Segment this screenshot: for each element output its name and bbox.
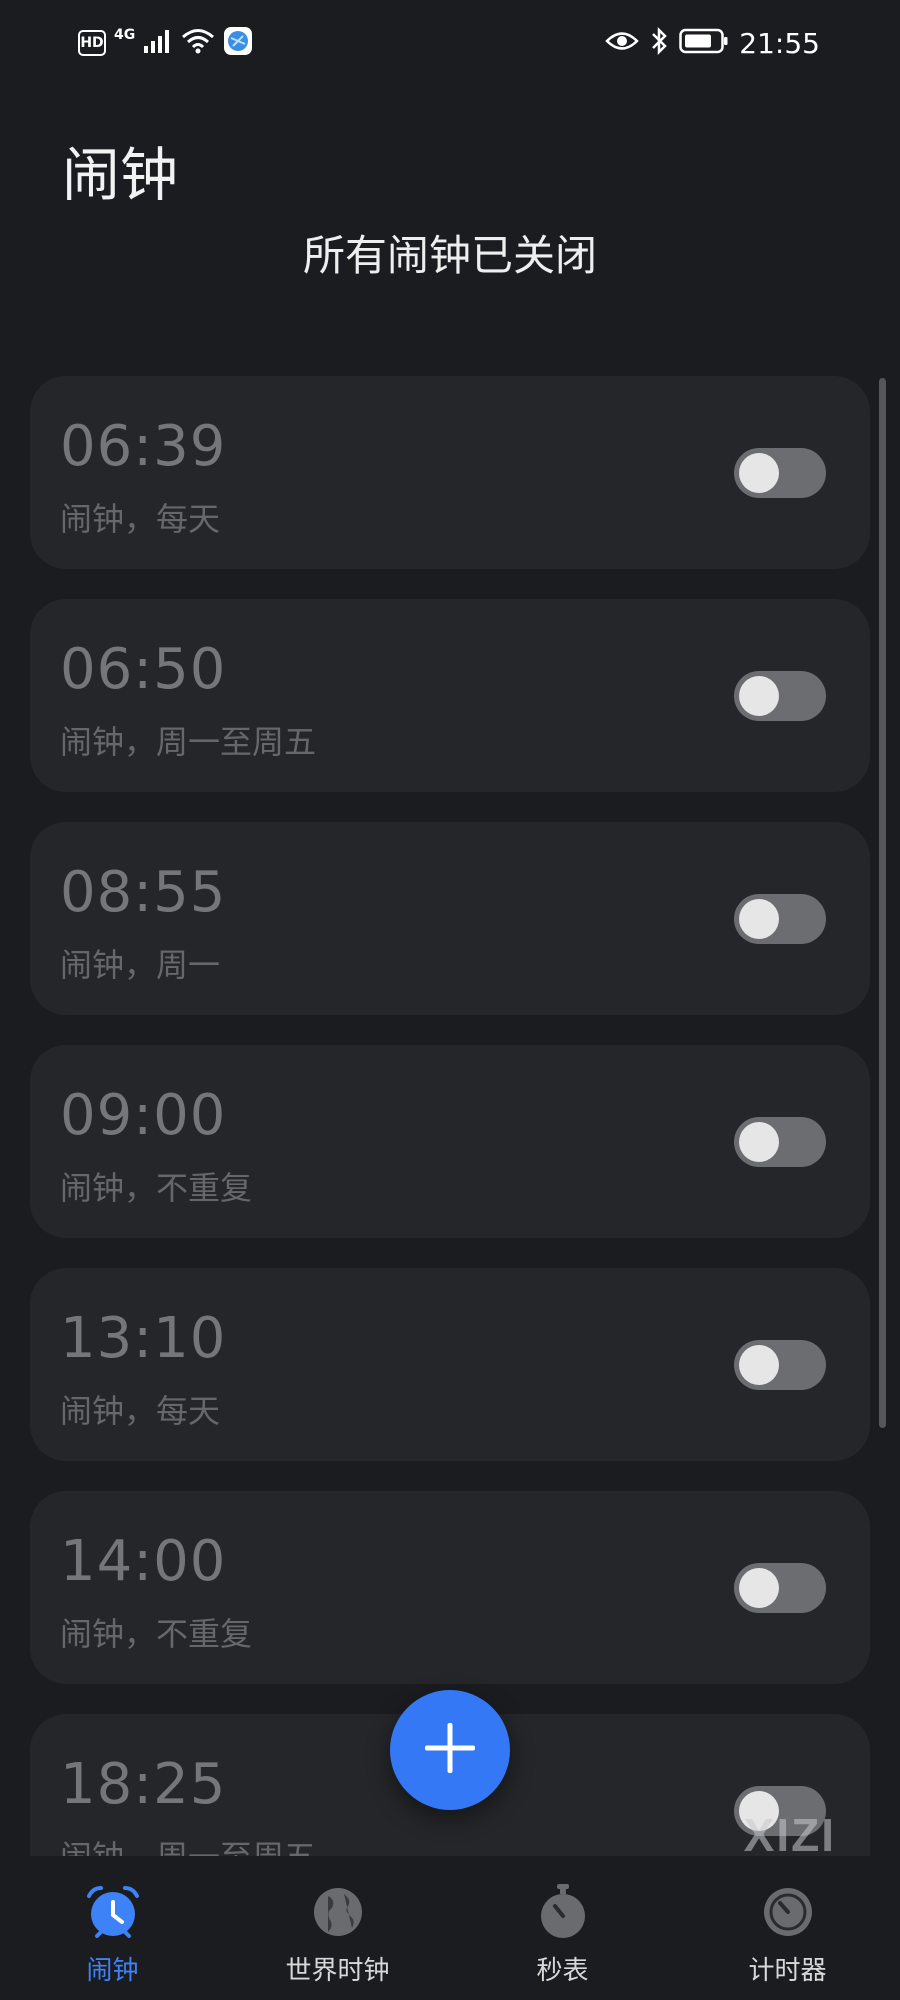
signal-icon	[143, 28, 173, 58]
hd-badge: HD	[78, 30, 106, 56]
alarm-toggle[interactable]	[734, 671, 826, 721]
watermark-logo: XIZI	[743, 1809, 836, 1861]
toggle-knob	[739, 676, 779, 716]
alarm-description: 闹钟，周一至周五	[60, 723, 317, 761]
status-right: 21:55	[605, 26, 820, 60]
alarm-toggle[interactable]	[734, 1563, 826, 1613]
status-bar: HD 4G 21:55	[0, 0, 900, 90]
toggle-knob	[739, 1122, 779, 1162]
tab-world-clock[interactable]: 世界时钟	[225, 1858, 450, 2000]
app-notification-icon	[223, 26, 253, 60]
toggle-knob	[739, 1568, 779, 1608]
alarm-time: 06:39	[60, 414, 227, 479]
stopwatch-icon	[533, 1882, 593, 1942]
alarm-time: 14:00	[60, 1529, 227, 1594]
alarm-toggle[interactable]	[734, 1340, 826, 1390]
alarm-description: 闹钟，每天	[60, 1392, 221, 1430]
alarm-time: 09:00	[60, 1083, 227, 1148]
globe-icon	[308, 1882, 368, 1942]
alarm-clock-icon	[83, 1882, 143, 1942]
tab-timer[interactable]: 计时器	[675, 1858, 900, 2000]
status-time: 21:55	[739, 26, 820, 60]
alarm-time: 13:10	[60, 1306, 227, 1371]
alarm-toggle[interactable]	[734, 894, 826, 944]
tab-alarm[interactable]: 闹钟	[0, 1858, 225, 2000]
toggle-knob	[739, 899, 779, 939]
alarm-description: 闹钟，不重复	[60, 1169, 253, 1207]
alarm-time: 08:55	[60, 860, 227, 925]
tab-label: 闹钟	[86, 1956, 139, 1986]
alarm-description: 闹钟，每天	[60, 500, 221, 538]
tab-label: 秒表	[536, 1956, 589, 1986]
plus-icon	[423, 1721, 477, 1779]
wifi-icon	[181, 27, 215, 59]
add-alarm-button[interactable]	[390, 1690, 510, 1810]
alarm-toggle[interactable]	[734, 1117, 826, 1167]
alarm-time: 18:25	[60, 1752, 227, 1817]
alarm-card[interactable]: 09:00 闹钟，不重复	[30, 1045, 870, 1238]
network-type: 4G	[114, 27, 136, 43]
toggle-knob	[739, 1345, 779, 1385]
alarm-list[interactable]: 06:39 闹钟，每天 06:50 闹钟，周一至周五 08:55 闹钟，周一 0…	[30, 376, 870, 1856]
alarm-time: 06:50	[60, 637, 227, 702]
scrollbar[interactable]	[879, 378, 886, 1428]
battery-icon	[679, 28, 729, 58]
status-left: HD 4G	[78, 26, 253, 60]
alarm-card[interactable]: 08:55 闹钟，周一	[30, 822, 870, 1015]
alarm-card[interactable]: 06:50 闹钟，周一至周五	[30, 599, 870, 792]
alarm-card[interactable]: 14:00 闹钟，不重复	[30, 1491, 870, 1684]
alarm-description: 闹钟，周一至周五	[60, 1832, 316, 1856]
eye-comfort-icon	[605, 30, 640, 56]
clock-app-screen: HD 4G 21:55 闹钟 所有闹钟已关闭 06:39 闹钟，每天 06:50…	[0, 0, 900, 2000]
bottom-nav: 闹钟 世界时钟 秒表 计时器	[0, 1858, 900, 2000]
tab-label: 计时器	[748, 1956, 827, 1986]
tab-stopwatch[interactable]: 秒表	[450, 1858, 675, 2000]
alarm-card[interactable]: 13:10 闹钟，每天	[30, 1268, 870, 1461]
alarm-description: 闹钟，周一	[60, 946, 221, 984]
toggle-knob	[739, 453, 779, 493]
alarm-toggle[interactable]	[734, 448, 826, 498]
alarm-description: 闹钟，不重复	[60, 1615, 253, 1653]
timer-icon	[758, 1882, 818, 1942]
tab-label: 世界时钟	[285, 1956, 390, 1986]
alarm-card[interactable]: 06:39 闹钟，每天	[30, 376, 870, 569]
bluetooth-icon	[649, 26, 669, 60]
alarm-status-summary: 所有闹钟已关闭	[302, 231, 597, 280]
page-title: 闹钟	[62, 141, 179, 209]
